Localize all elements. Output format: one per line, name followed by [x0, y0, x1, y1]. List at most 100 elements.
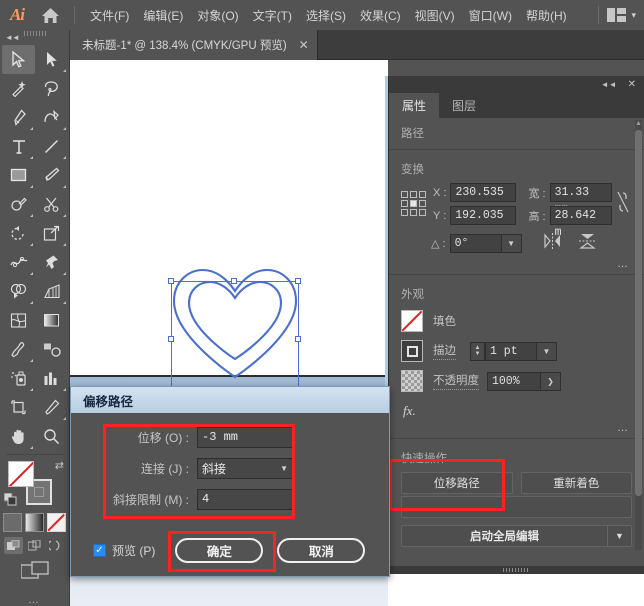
fill-swatch[interactable] [8, 461, 34, 487]
flip-horizontal-icon[interactable] [543, 233, 561, 254]
document-tab[interactable]: 未标题-1* @ 138.4% (CMYK/GPU 预览) ✕ [70, 30, 318, 60]
line-segment-tool[interactable] [35, 132, 68, 161]
draw-inside-mode[interactable] [46, 537, 65, 554]
type-tool[interactable] [2, 132, 35, 161]
ref-point-tl[interactable] [401, 191, 408, 198]
fx-button[interactable]: fx. [403, 403, 416, 418]
draw-behind-mode[interactable] [25, 537, 44, 554]
magic-wand-tool[interactable] [2, 74, 35, 103]
gradient-tool[interactable] [35, 306, 68, 335]
panel-bottom-grip[interactable] [388, 566, 644, 574]
curvature-tool[interactable] [35, 103, 68, 132]
close-icon[interactable]: ✕ [628, 79, 636, 90]
workspace-switcher-icon[interactable] [607, 8, 627, 22]
ref-point-bc[interactable] [410, 209, 417, 216]
lasso-tool[interactable] [35, 74, 68, 103]
selection-handle-mr[interactable] [295, 336, 301, 342]
ref-point-tr[interactable] [419, 191, 426, 198]
width-tool[interactable] [2, 248, 35, 277]
shape-builder-tool[interactable] [2, 277, 35, 306]
cancel-button[interactable]: 取消 [277, 538, 366, 563]
paintbrush-tool[interactable] [35, 161, 68, 190]
rectangle-tool[interactable] [2, 161, 35, 190]
menu-type[interactable]: 文字(T) [246, 3, 299, 28]
selection-handle-tr[interactable] [295, 278, 301, 284]
opacity-chevron-right-icon[interactable]: ❯ [541, 371, 561, 391]
selection-handle-ml[interactable] [168, 336, 174, 342]
stroke-label[interactable]: 描边 [433, 342, 456, 360]
ref-point-bl[interactable] [401, 209, 408, 216]
global-edit-chevron-down-icon[interactable]: ▼ [608, 525, 632, 547]
toolbar-drag-grip[interactable] [23, 31, 46, 36]
opacity-label[interactable]: 不透明度 [433, 372, 479, 390]
zoom-tool[interactable] [35, 422, 68, 451]
close-icon[interactable]: ✕ [299, 38, 309, 52]
preview-checkbox[interactable]: ✓ [93, 544, 106, 557]
menu-help[interactable]: 帮助(H) [519, 3, 574, 28]
opacity-swatch[interactable] [401, 370, 423, 392]
scissors-tool[interactable] [35, 190, 68, 219]
menu-view[interactable]: 视图(V) [408, 3, 462, 28]
offset-path-button[interactable]: 位移路径 [401, 472, 513, 494]
perspective-grid-tool[interactable] [35, 277, 68, 306]
menu-select[interactable]: 选择(S) [299, 3, 353, 28]
swap-fill-stroke-icon[interactable]: ⇄ [55, 459, 64, 472]
blank-action-button[interactable] [401, 496, 632, 518]
selection-tool[interactable] [2, 45, 35, 74]
blend-tool[interactable] [35, 335, 68, 364]
offset-input[interactable]: -3 mm [197, 427, 293, 448]
collapse-arrows-icon[interactable]: ◄◄ [5, 33, 20, 42]
miter-input[interactable]: 4 [197, 489, 293, 510]
screen-mode-button[interactable] [0, 561, 69, 580]
draw-normal-mode[interactable] [4, 537, 23, 554]
chevron-down-icon[interactable]: ▾ [631, 10, 636, 21]
recolor-button[interactable]: 重新着色 [520, 472, 632, 494]
appearance-more-options[interactable]: … [389, 422, 644, 434]
start-global-edit-button[interactable]: 启动全局编辑 [401, 525, 608, 547]
scrollbar-thumb[interactable] [635, 130, 642, 496]
stroke-dropdown-chevron-down-icon[interactable]: ▼ [537, 341, 557, 361]
eyedropper-tool[interactable] [2, 335, 35, 364]
selection-handle-tc[interactable] [231, 278, 237, 284]
rotate-tool[interactable] [2, 219, 35, 248]
stroke-swatch[interactable] [401, 340, 423, 362]
menu-window[interactable]: 窗口(W) [462, 3, 519, 28]
transform-more-options[interactable]: … [389, 258, 644, 270]
hand-tool[interactable] [2, 422, 35, 451]
pen-tool[interactable] [2, 103, 35, 132]
chevron-up-icon[interactable]: ▲ [635, 120, 642, 127]
stroke-weight-input[interactable]: 1 pt [485, 341, 537, 361]
color-mode-none[interactable] [47, 513, 66, 532]
color-mode-solid[interactable] [3, 513, 22, 532]
tab-properties[interactable]: 属性 [389, 93, 440, 118]
reference-point-selector[interactable] [401, 191, 427, 217]
color-mode-gradient[interactable] [25, 513, 44, 532]
ref-point-br[interactable] [419, 209, 426, 216]
angle-dropdown-chevron-down-icon[interactable]: ▼ [501, 234, 522, 253]
ok-button[interactable]: 确定 [175, 538, 264, 563]
stroke-weight-stepper[interactable]: ▲ ▼ [470, 341, 485, 361]
column-graph-tool[interactable] [35, 364, 68, 393]
constrain-proportions-broken-icon[interactable] [616, 190, 630, 219]
more-tools-button[interactable]: … [0, 594, 69, 606]
ref-point-ml[interactable] [401, 200, 408, 207]
collapse-arrows-icon[interactable]: ◄◄ [601, 80, 617, 89]
default-fill-stroke-icon[interactable] [3, 492, 17, 511]
opacity-input[interactable]: 100% [487, 371, 541, 391]
shaper-tool[interactable] [2, 190, 35, 219]
slice-tool[interactable] [35, 393, 68, 422]
artboard-tool[interactable] [2, 393, 35, 422]
scale-tool[interactable] [35, 219, 68, 248]
ref-point-tc[interactable] [410, 191, 417, 198]
ref-point-center[interactable] [410, 200, 417, 207]
direct-selection-tool[interactable] [35, 45, 68, 74]
menu-edit[interactable]: 编辑(E) [136, 3, 190, 28]
menu-file[interactable]: 文件(F) [83, 3, 136, 28]
join-select[interactable]: 斜接 ▼ [197, 458, 293, 479]
flip-vertical-icon[interactable] [578, 233, 596, 254]
chevron-down-icon[interactable]: ▼ [280, 464, 288, 473]
menu-effect[interactable]: 效果(C) [353, 3, 408, 28]
tab-layers[interactable]: 图层 [439, 93, 490, 118]
x-input[interactable]: 230.535 [450, 183, 517, 202]
height-input[interactable]: 28.642 m [549, 206, 612, 239]
